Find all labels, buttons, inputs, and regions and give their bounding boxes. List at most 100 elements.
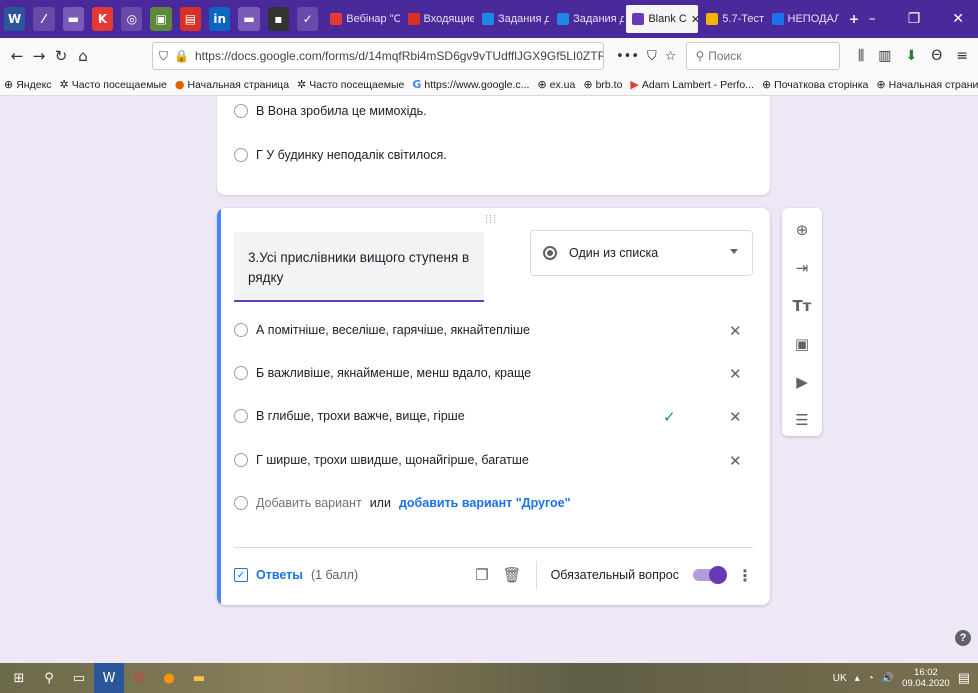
pinned-tab-icon[interactable]: ▬ xyxy=(62,7,84,31)
library-icon[interactable]: ⫼ xyxy=(858,48,864,64)
option-row[interactable]: А помітніше, веселіше, гарячіше, якнайте… xyxy=(234,323,530,337)
option-row[interactable]: Г ширше, трохи швидше, щонайгірше, багат… xyxy=(234,453,529,467)
chevron-up-icon[interactable]: ▴ xyxy=(855,673,860,684)
bookmark-item[interactable]: ✲ Часто посещаемые xyxy=(60,78,167,91)
browser-tab[interactable]: Входящие xyxy=(402,5,474,33)
add-image-icon[interactable]: ▣ xyxy=(795,332,809,356)
add-video-icon[interactable]: ▶ xyxy=(796,370,808,394)
option-input[interactable]: В глибше, трохи важче, вище, гірше xyxy=(256,409,465,423)
checkmark-pinned-icon[interactable]: ✓ xyxy=(296,7,319,31)
search-input[interactable]: ⚲ Поиск xyxy=(686,42,841,70)
close-tab-icon[interactable]: ✕ xyxy=(691,13,698,26)
restore-icon[interactable]: ❐ xyxy=(908,11,921,27)
more-options-icon[interactable]: ⋮ xyxy=(737,566,753,585)
add-section-icon[interactable]: ☰ xyxy=(795,408,808,432)
radio-button-icon xyxy=(543,246,557,260)
start-icon[interactable]: ⊞ xyxy=(4,663,34,693)
extension-icon[interactable]: ⬇ xyxy=(906,48,918,64)
points-label: (1 балл) xyxy=(310,568,359,582)
task-view-icon[interactable]: ▭ xyxy=(64,663,94,693)
radio-icon xyxy=(234,496,248,510)
help-icon[interactable]: ? xyxy=(955,630,971,646)
browser-tab[interactable]: Задания д xyxy=(476,5,549,33)
back-icon[interactable]: ← xyxy=(6,47,28,65)
bookmark-item[interactable]: Ghttps://www.google.c... xyxy=(412,78,529,91)
forms-icon xyxy=(632,13,645,25)
account-icon[interactable]: Θ xyxy=(931,48,942,64)
network-icon[interactable]: ◔ xyxy=(868,673,874,684)
remove-option-icon[interactable]: ✕ xyxy=(729,452,742,470)
close-window-icon[interactable]: ✕ xyxy=(952,11,964,27)
forward-icon[interactable]: → xyxy=(28,47,50,65)
pinned-tab-icon[interactable]: ▬ xyxy=(238,7,260,31)
import-questions-icon[interactable]: ⇥ xyxy=(796,256,809,280)
option-input[interactable]: Г ширше, трохи швидше, щонайгірше, багат… xyxy=(256,453,529,467)
option-row[interactable]: В глибше, трохи важче, вище, гірше xyxy=(234,409,465,423)
search-icon[interactable]: ⚲ xyxy=(34,663,64,693)
menu-icon[interactable]: ≡ xyxy=(956,48,968,64)
language-indicator[interactable]: UK xyxy=(833,673,847,684)
gear-icon: ✲ xyxy=(59,78,69,91)
add-question-icon[interactable]: ⊕ xyxy=(796,218,809,242)
answer-key-icon[interactable]: ✓ xyxy=(234,568,248,582)
radio-icon xyxy=(234,148,248,162)
new-tab-icon[interactable]: + xyxy=(843,7,864,31)
volume-icon[interactable]: 🔊 xyxy=(882,673,894,684)
opera-icon[interactable]: O xyxy=(124,663,154,693)
add-other-option-link[interactable]: добавить вариант "Другое" xyxy=(399,496,571,510)
option-input[interactable]: Б важливіше, якнайменше, менш вдало, кра… xyxy=(256,366,531,380)
browser-tab[interactable]: Задания д xyxy=(551,5,624,33)
bookmark-item[interactable]: ✲ Часто посещаемые xyxy=(297,78,404,91)
feather-pinned-icon[interactable]: ⁄ xyxy=(33,7,55,31)
question-title-input[interactable]: 3.Усі прислівники вищого ступеня в рядку xyxy=(234,232,484,302)
active-indicator xyxy=(217,208,221,605)
option-row[interactable]: Б важливіше, якнайменше, менш вдало, кра… xyxy=(234,366,531,380)
k-pinned-icon[interactable]: K xyxy=(91,7,114,31)
browser-tab[interactable]: Вебінар "С xyxy=(324,5,400,33)
remove-option-icon[interactable]: ✕ xyxy=(729,408,742,426)
shield-icon[interactable]: ⛉ xyxy=(159,49,168,64)
bookmark-item[interactable]: ● Начальная страница xyxy=(175,78,289,91)
question-card[interactable]: ⁞⁞⁞ 3.Усі прислівники вищого ступеня в р… xyxy=(217,208,770,605)
delete-icon[interactable]: 🗑 xyxy=(503,566,522,584)
question-type-dropdown[interactable]: Один из списка xyxy=(530,230,753,276)
option-input[interactable]: А помітніше, веселіше, гарячіше, якнайте… xyxy=(256,323,530,337)
required-toggle[interactable] xyxy=(693,566,727,584)
bookmark-item[interactable]: ⊕ brb.to xyxy=(583,78,622,91)
add-option-button[interactable]: Добавить вариант xyxy=(256,496,362,510)
address-bar[interactable]: ⛉ 🔒 https://docs.google.com/forms/d/14mq… xyxy=(152,42,604,70)
browser-tab-active[interactable]: Blank C ✕ xyxy=(626,5,699,33)
answer-key-button[interactable]: Ответы xyxy=(256,568,303,582)
home-icon[interactable]: ⌂ xyxy=(72,47,94,65)
firefox-icon[interactable]: ● xyxy=(154,663,184,693)
sidebar-icon[interactable]: ▥ xyxy=(878,48,891,64)
slides-pinned-icon[interactable]: ▤ xyxy=(179,7,202,31)
circle-pinned-icon[interactable]: ◎ xyxy=(121,7,143,31)
remove-option-icon[interactable]: ✕ xyxy=(729,365,742,383)
browser-tab[interactable]: 5.7-Тест xyxy=(700,5,764,33)
remove-option-icon[interactable]: ✕ xyxy=(729,322,742,340)
bbc-pinned-icon[interactable]: ▪ xyxy=(267,7,289,31)
image-pinned-icon[interactable]: ▣ xyxy=(150,7,172,31)
bookmark-item[interactable]: ⊕Начальная страница xyxy=(876,78,978,91)
minimize-icon[interactable]: – xyxy=(869,11,876,27)
notifications-icon[interactable]: ▤ xyxy=(958,670,970,686)
pocket-icon[interactable]: ⛉ xyxy=(647,49,657,64)
file-explorer-icon[interactable]: ▬ xyxy=(184,663,214,693)
duplicate-icon[interactable]: ❐ xyxy=(475,566,488,584)
bookmark-item[interactable]: ⊕ Яндекс xyxy=(4,78,52,91)
bookmark-star-icon[interactable]: ☆ xyxy=(665,49,677,64)
bookmark-item[interactable]: ▶ Adam Lambert - Perfo... xyxy=(630,78,754,91)
add-title-icon[interactable]: Tт xyxy=(793,294,812,318)
browser-tab[interactable]: НЕПОДАЛ xyxy=(766,5,839,33)
drag-handle-icon[interactable]: ⁞⁞⁞ xyxy=(485,214,497,226)
page-actions-button[interactable]: ••• xyxy=(616,49,639,64)
globe-icon: ⊕ xyxy=(876,78,886,91)
clock[interactable]: 16:02 09.04.2020 xyxy=(902,667,950,689)
reload-icon[interactable]: ↻ xyxy=(50,47,72,65)
linkedin-pinned-icon[interactable]: in xyxy=(209,7,231,31)
word-icon[interactable]: W xyxy=(94,663,124,693)
bookmark-item[interactable]: ⊕ ex.ua xyxy=(537,78,575,91)
bookmark-item[interactable]: ⊕ Початкова сторінка xyxy=(762,78,868,91)
word-pinned-icon[interactable]: W xyxy=(4,7,26,31)
